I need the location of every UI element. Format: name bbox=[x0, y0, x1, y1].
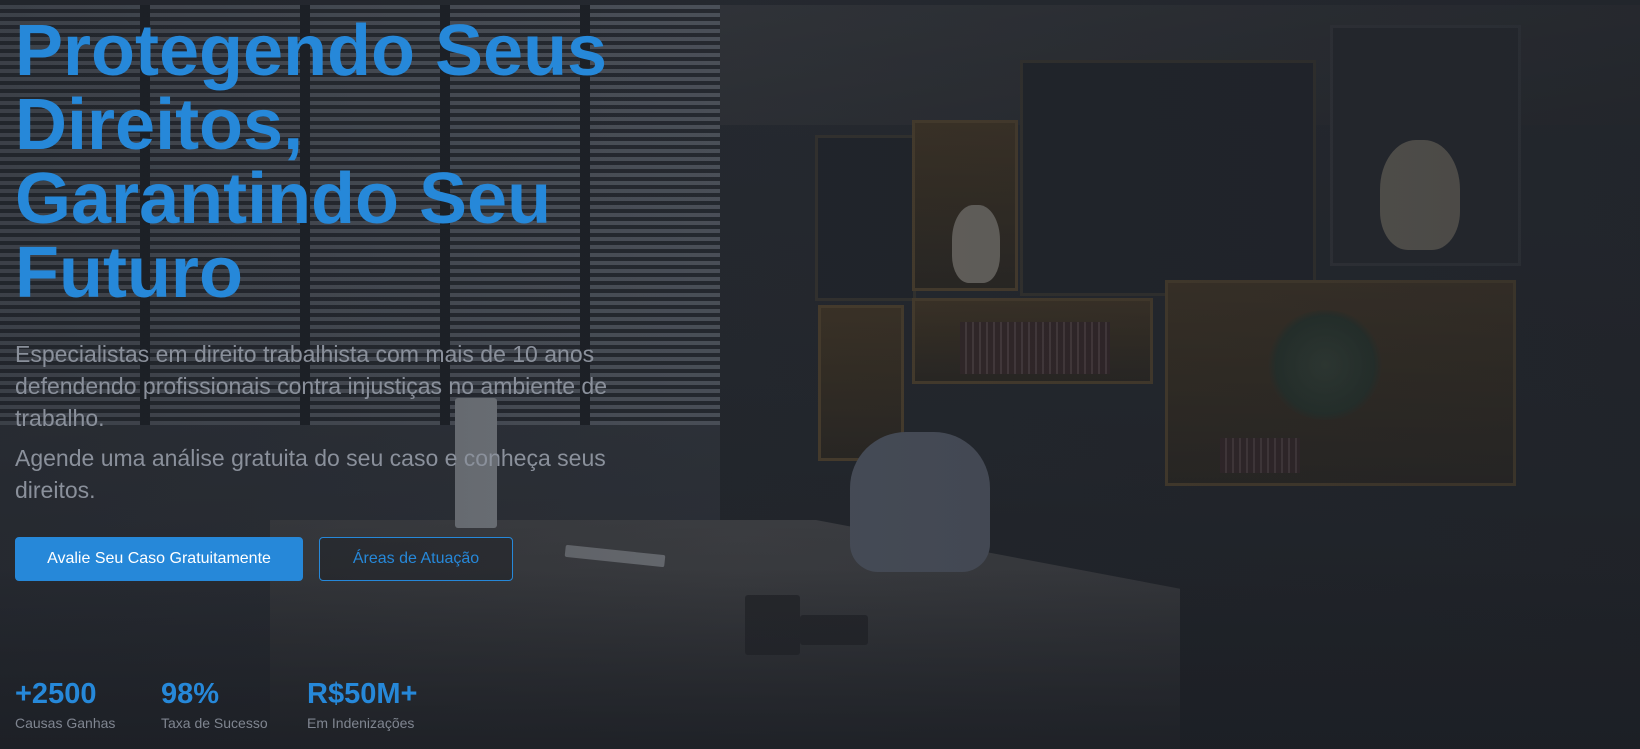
stat-value: R$50M+ bbox=[307, 678, 418, 710]
stat-label: Em Indenizações bbox=[307, 715, 415, 731]
stat-success-rate: 98% Taxa de Sucesso bbox=[161, 678, 307, 732]
evaluate-case-button[interactable]: Avalie Seu Caso Gratuitamente bbox=[15, 537, 303, 581]
hero-section: Protegendo Seus Direitos, Garantindo Seu… bbox=[0, 0, 1640, 749]
hero-actions: Avalie Seu Caso Gratuitamente Áreas de A… bbox=[15, 537, 513, 581]
stat-label: Causas Ganhas bbox=[15, 715, 116, 731]
practice-areas-button[interactable]: Áreas de Atuação bbox=[319, 537, 513, 581]
hero-content: Protegendo Seus Direitos, Garantindo Seu… bbox=[15, 14, 695, 506]
hero-subtitle: Especialistas em direito trabalhista com… bbox=[15, 341, 607, 431]
hero-title: Protegendo Seus Direitos, Garantindo Seu… bbox=[15, 14, 695, 310]
hero-title-line: Protegendo Seus bbox=[15, 11, 608, 91]
hero-title-line: Direitos, bbox=[15, 85, 304, 165]
hero-title-line: Garantindo Seu bbox=[15, 159, 552, 239]
stat-value: +2500 bbox=[15, 678, 97, 710]
stat-label: Taxa de Sucesso bbox=[161, 715, 268, 731]
stat-value: 98% bbox=[161, 678, 220, 710]
stat-cases-won: +2500 Causas Ganhas bbox=[15, 678, 161, 732]
hero-call-to-action-text: Agende uma análise gratuita do seu caso … bbox=[15, 445, 606, 503]
hero-title-line: Futuro bbox=[15, 233, 243, 313]
stats-row: +2500 Causas Ganhas 98% Taxa de Sucesso … bbox=[15, 678, 467, 732]
stat-indemnities: R$50M+ Em Indenizações bbox=[307, 678, 467, 732]
